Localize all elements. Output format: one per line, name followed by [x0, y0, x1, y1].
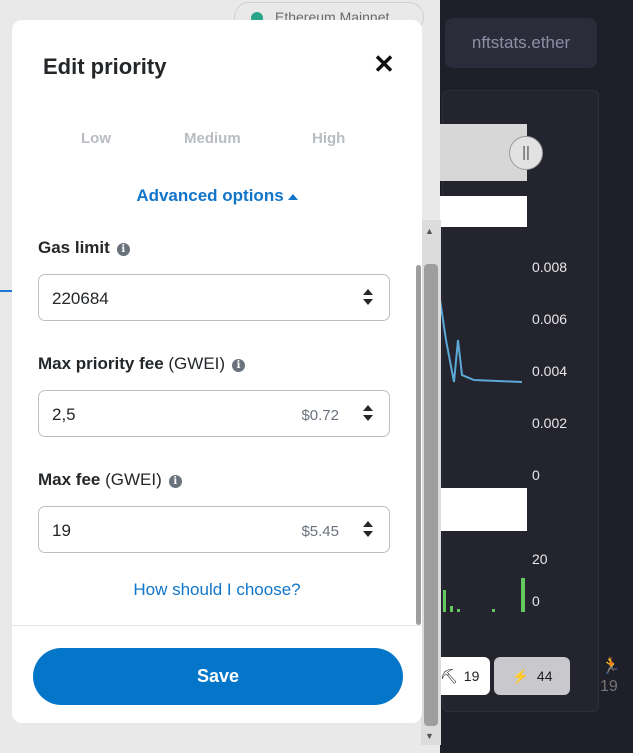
gas-price-line-chart: [439, 299, 523, 383]
modal-scrollbar[interactable]: [416, 265, 421, 625]
count-bar: [521, 578, 525, 612]
ens-name: nftstats.ether: [471, 33, 571, 52]
max-fee-value: 19: [52, 521, 71, 540]
max-priority-fee-field[interactable]: 2,5 $0.72: [38, 390, 390, 437]
max-fee-label-text: Max fee: [38, 470, 101, 489]
stepper-icon[interactable]: [363, 289, 373, 307]
save-button[interactable]: Save: [33, 648, 403, 705]
max-priority-fee-label: Max priority fee (GWEI) i: [38, 354, 246, 374]
max-fee-label: Max fee (GWEI) i: [38, 470, 182, 490]
count-axis-tick: 20: [532, 551, 548, 567]
stepper-icon[interactable]: [363, 405, 373, 423]
count-axis-tick: 0: [532, 593, 540, 609]
how-to-choose-link[interactable]: How should I choose?: [12, 580, 422, 600]
unit-label: (GWEI): [105, 470, 162, 489]
fee-value: 19: [463, 668, 480, 684]
info-icon[interactable]: i: [232, 359, 246, 372]
tab-medium[interactable]: Medium: [184, 130, 241, 147]
scroll-up-icon[interactable]: ▲: [425, 226, 434, 236]
scroll-down-icon[interactable]: ▼: [425, 731, 434, 741]
gas-limit-value: 220684: [52, 289, 109, 308]
gas-limit-label: Gas limit i: [38, 238, 130, 258]
lightning-icon: ⚡: [511, 667, 529, 684]
advanced-options-label: Advanced options: [136, 186, 284, 205]
walker-icon: ⛏: [440, 667, 458, 684]
y-axis-tick: 0.002: [532, 415, 568, 431]
count-bar: [457, 609, 460, 612]
info-icon[interactable]: i: [116, 243, 130, 256]
white-input-box: [440, 488, 527, 531]
close-icon[interactable]: ✕: [372, 50, 396, 78]
runner-value: 19: [600, 678, 618, 695]
tab-low[interactable]: Low: [81, 130, 111, 147]
ens-account-button[interactable]: nftstats.ether: [445, 18, 597, 68]
y-axis-tick: 0.006: [532, 311, 568, 327]
modal-title: Edit priority: [43, 54, 167, 79]
gas-limit-field[interactable]: 220684: [38, 274, 390, 321]
max-fee-usd: $5.45: [301, 523, 339, 540]
max-fee-field[interactable]: 19 $5.45: [38, 506, 390, 553]
pause-toggle-icon[interactable]: ||: [509, 136, 543, 170]
chart-panel: [442, 90, 599, 712]
page-scrollbar-thumb[interactable]: [424, 264, 438, 726]
footer-divider: [12, 625, 422, 626]
count-bar: [492, 609, 495, 612]
y-axis-tick: 0: [532, 467, 540, 483]
tab-high[interactable]: High: [312, 130, 345, 147]
runner-icon: 🏃: [601, 658, 621, 675]
count-bar: [443, 590, 446, 612]
gas-price-line: [439, 299, 523, 383]
fee-option-fast[interactable]: ⚡ 44: [494, 657, 570, 695]
stepper-icon[interactable]: [363, 521, 373, 539]
save-label: Save: [196, 666, 240, 686]
unit-label: (GWEI): [168, 354, 226, 373]
edit-priority-modal: Edit priority ✕ Low Medium High Advanced…: [12, 20, 422, 723]
white-input-box: [440, 196, 527, 227]
max-priority-fee-value: 2,5: [52, 405, 76, 424]
fee-value: 44: [536, 668, 553, 684]
advanced-options-toggle[interactable]: Advanced options: [12, 186, 422, 206]
y-axis-tick: 0.004: [532, 363, 568, 379]
info-icon[interactable]: i: [168, 475, 182, 488]
caret-up-icon: [287, 193, 298, 200]
gas-limit-label-text: Gas limit: [38, 238, 110, 257]
max-priority-fee-label-text: Max priority fee: [38, 354, 164, 373]
max-priority-fee-usd: $0.72: [301, 407, 339, 424]
count-bar: [450, 606, 453, 612]
y-axis-tick: 0.008: [532, 259, 568, 275]
